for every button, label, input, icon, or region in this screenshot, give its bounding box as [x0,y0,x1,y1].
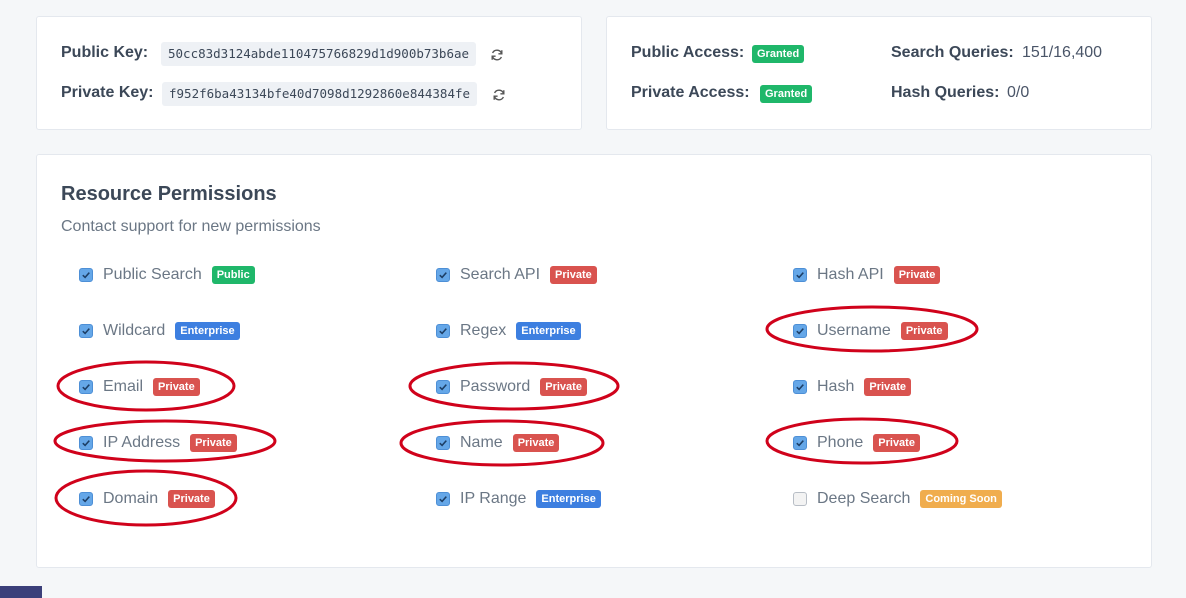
permission-label: Wildcard [103,322,166,339]
check-icon [796,272,804,279]
permission-checkbox[interactable] [79,436,93,450]
permission-badge: Private [512,434,560,452]
permission-public-search: Public Search Public [79,264,255,286]
permission-badge: Public [211,266,255,284]
hash-queries-label: Hash Queries: [891,84,1000,101]
permission-label: Domain [103,490,159,507]
permission-checkbox[interactable] [793,380,807,394]
api-keys-card: Public Key: 50cc83d3124abde110475766829d… [36,16,582,130]
permission-checkbox[interactable] [793,436,807,450]
permission-deep-search: Deep Search Coming Soon [793,488,1002,510]
permissions-subtitle: Contact support for new permissions [61,218,321,235]
check-icon [439,272,447,279]
permission-checkbox[interactable] [436,268,450,282]
corner-widget[interactable] [0,586,42,598]
permission-checkbox[interactable] [79,380,93,394]
permission-label: IP Range [460,490,527,507]
permission-badge: Private [864,378,912,396]
permission-checkbox[interactable] [79,268,93,282]
permission-badge: Enterprise [536,490,601,508]
permission-label: Hash API [817,266,884,283]
permission-hash-api: Hash API Private [793,264,941,286]
permission-checkbox[interactable] [436,436,450,450]
permission-label: Regex [460,322,507,339]
permission-badge: Coming Soon [920,490,1002,508]
search-queries-value: 151/16,400 [1022,44,1103,61]
permission-label: Search API [460,266,541,283]
check-icon [439,384,447,391]
permission-checkbox[interactable] [79,324,93,338]
public-key-label: Public Key: [61,44,149,61]
permission-badge: Private [190,434,237,452]
check-icon [82,496,90,503]
permission-badge: Private [153,378,200,396]
check-icon [82,328,90,335]
permission-checkbox[interactable] [436,324,450,338]
permissions-title: Resource Permissions [61,183,277,205]
permission-domain: Domain Private [79,488,215,510]
private-key-label: Private Key: [61,84,154,101]
permission-checkbox[interactable] [793,324,807,338]
check-icon [796,328,804,335]
permission-badge: Private [900,322,948,340]
private-access-label: Private Access: [631,84,750,101]
check-icon [439,496,447,503]
permission-badge: Private [893,266,941,284]
permission-badge: Enterprise [516,322,581,340]
check-icon [796,440,804,447]
permission-hash: Hash Private [793,376,912,398]
permission-checkbox[interactable] [793,268,807,282]
permission-name: Name Private [436,432,560,454]
public-access-label: Public Access: [631,44,745,61]
permission-phone: Phone Private [793,432,920,454]
permission-label: Hash [817,378,855,395]
check-icon [82,384,90,391]
refresh-icon[interactable] [490,48,504,62]
permission-checkbox[interactable] [436,380,450,394]
permission-email: Email Private [79,376,200,398]
permission-username: Username Private [793,320,948,342]
permission-password: Password Private [436,376,587,398]
check-icon [796,384,804,391]
check-icon [439,328,447,335]
private-access-status-badge: Granted [760,85,813,103]
private-key-value[interactable]: f952f6ba43134bfe40d7098d1292860e844384fe [162,82,478,106]
permission-badge: Private [540,378,587,396]
hash-queries-value: 0/0 [1007,84,1030,101]
check-icon [439,440,447,447]
permission-label: Email [103,378,144,395]
permission-checkbox[interactable] [436,492,450,506]
check-icon [82,272,90,279]
permission-label: Name [460,434,503,451]
permission-label: IP Address [103,434,181,451]
permission-regex: Regex Enterprise [436,320,581,342]
check-icon [82,440,90,447]
permission-wildcard: Wildcard Enterprise [79,320,240,342]
permission-ip-range: IP Range Enterprise [436,488,601,510]
public-key-value[interactable]: 50cc83d3124abde110475766829d1d900b73b6ae [161,42,477,66]
permission-checkbox[interactable] [793,492,807,506]
permission-badge: Private [550,266,597,284]
refresh-icon[interactable] [492,88,506,102]
permission-checkbox[interactable] [79,492,93,506]
search-queries-label: Search Queries: [891,44,1014,61]
access-card: Public Access: Granted Private Access: G… [606,16,1152,130]
permission-label: Phone [817,434,864,451]
permission-badge: Private [168,490,215,508]
permission-search-api: Search API Private [436,264,597,286]
permission-label: Public Search [103,266,202,283]
permission-badge: Enterprise [175,322,240,340]
permission-label: Password [460,378,531,395]
permission-ip-address: IP Address Private [79,432,237,454]
permission-label: Username [817,322,891,339]
resource-permissions-card: Resource Permissions Contact support for… [36,154,1152,568]
permission-badge: Private [873,434,920,452]
public-access-status-badge: Granted [752,45,805,63]
permission-label: Deep Search [817,490,911,507]
